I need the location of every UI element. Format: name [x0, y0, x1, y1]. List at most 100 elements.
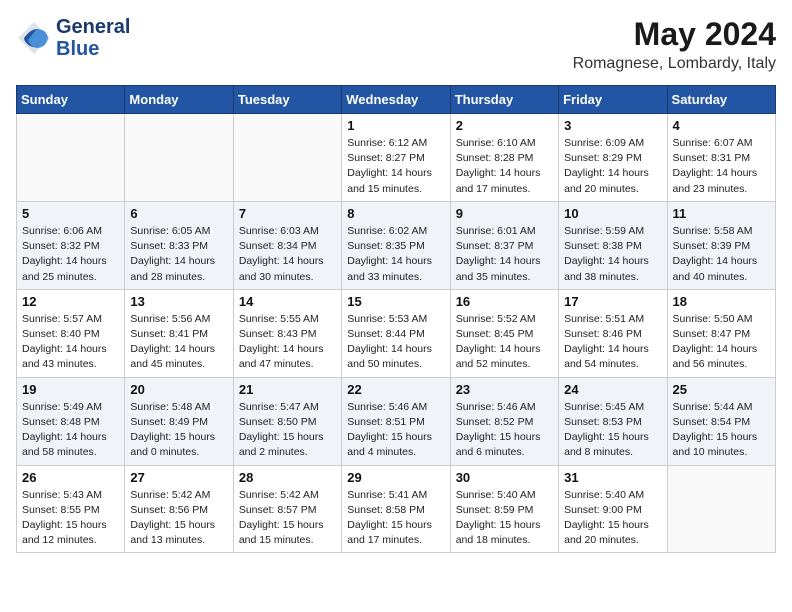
- weekday-header-tuesday: Tuesday: [233, 86, 341, 114]
- day-number: 25: [673, 382, 770, 397]
- weekday-header-sunday: Sunday: [17, 86, 125, 114]
- day-info: Sunrise: 5:59 AM Sunset: 8:38 PM Dayligh…: [564, 224, 661, 285]
- day-number: 30: [456, 470, 553, 485]
- day-info: Sunrise: 6:02 AM Sunset: 8:35 PM Dayligh…: [347, 224, 444, 285]
- logo: General Blue: [16, 16, 130, 60]
- day-cell-25: 25 Sunrise: 5:44 AM Sunset: 8:54 PM Dayli…: [667, 377, 775, 465]
- day-cell-27: 27 Sunrise: 5:42 AM Sunset: 8:56 PM Dayli…: [125, 465, 233, 553]
- day-cell-20: 20 Sunrise: 5:48 AM Sunset: 8:49 PM Dayli…: [125, 377, 233, 465]
- day-number: 13: [130, 294, 227, 309]
- day-info: Sunrise: 5:47 AM Sunset: 8:50 PM Dayligh…: [239, 400, 336, 461]
- day-number: 12: [22, 294, 119, 309]
- day-cell-29: 29 Sunrise: 5:41 AM Sunset: 8:58 PM Dayli…: [342, 465, 450, 553]
- day-number: 29: [347, 470, 444, 485]
- day-number: 20: [130, 382, 227, 397]
- weekday-header-thursday: Thursday: [450, 86, 558, 114]
- day-cell-24: 24 Sunrise: 5:45 AM Sunset: 8:53 PM Dayli…: [559, 377, 667, 465]
- day-number: 17: [564, 294, 661, 309]
- day-cell-30: 30 Sunrise: 5:40 AM Sunset: 8:59 PM Dayli…: [450, 465, 558, 553]
- empty-cell: [17, 114, 125, 202]
- day-number: 6: [130, 206, 227, 221]
- day-number: 27: [130, 470, 227, 485]
- week-row-5: 26 Sunrise: 5:43 AM Sunset: 8:55 PM Dayli…: [17, 465, 776, 553]
- week-row-1: 1 Sunrise: 6:12 AM Sunset: 8:27 PM Daylig…: [17, 114, 776, 202]
- day-cell-16: 16 Sunrise: 5:52 AM Sunset: 8:45 PM Dayli…: [450, 289, 558, 377]
- day-cell-22: 22 Sunrise: 5:46 AM Sunset: 8:51 PM Dayli…: [342, 377, 450, 465]
- day-number: 28: [239, 470, 336, 485]
- day-number: 7: [239, 206, 336, 221]
- day-info: Sunrise: 6:07 AM Sunset: 8:31 PM Dayligh…: [673, 136, 770, 197]
- day-cell-31: 31Sunrise: 5:40 AM Sunset: 9:00 PM Dayli…: [559, 465, 667, 553]
- title-area: May 2024 Romagnese, Lombardy, Italy: [573, 16, 776, 73]
- day-cell-15: 15 Sunrise: 5:53 AM Sunset: 8:44 PM Dayli…: [342, 289, 450, 377]
- day-info: Sunrise: 5:57 AM Sunset: 8:40 PM Dayligh…: [22, 312, 119, 373]
- day-number: 14: [239, 294, 336, 309]
- day-number: 15: [347, 294, 444, 309]
- month-title: May 2024: [573, 16, 776, 53]
- day-cell-18: 18 Sunrise: 5:50 AM Sunset: 8:47 PM Dayli…: [667, 289, 775, 377]
- weekday-header-saturday: Saturday: [667, 86, 775, 114]
- day-info: Sunrise: 6:01 AM Sunset: 8:37 PM Dayligh…: [456, 224, 553, 285]
- day-number: 23: [456, 382, 553, 397]
- day-number: 11: [673, 206, 770, 221]
- day-cell-17: 17 Sunrise: 5:51 AM Sunset: 8:46 PM Dayli…: [559, 289, 667, 377]
- day-cell-6: 6 Sunrise: 6:05 AM Sunset: 8:33 PM Daylig…: [125, 201, 233, 289]
- day-info: Sunrise: 5:53 AM Sunset: 8:44 PM Dayligh…: [347, 312, 444, 373]
- day-info: Sunrise: 5:52 AM Sunset: 8:45 PM Dayligh…: [456, 312, 553, 373]
- day-number: 24: [564, 382, 661, 397]
- day-info: Sunrise: 5:43 AM Sunset: 8:55 PM Dayligh…: [22, 488, 119, 549]
- day-number: 8: [347, 206, 444, 221]
- day-cell-10: 10 Sunrise: 5:59 AM Sunset: 8:38 PM Dayli…: [559, 201, 667, 289]
- day-number: 21: [239, 382, 336, 397]
- day-info: Sunrise: 6:06 AM Sunset: 8:32 PM Dayligh…: [22, 224, 119, 285]
- day-info: Sunrise: 5:42 AM Sunset: 8:57 PM Dayligh…: [239, 488, 336, 549]
- day-number: 4: [673, 118, 770, 133]
- day-info: Sunrise: 6:05 AM Sunset: 8:33 PM Dayligh…: [130, 224, 227, 285]
- day-info: Sunrise: 5:48 AM Sunset: 8:49 PM Dayligh…: [130, 400, 227, 461]
- day-number: 22: [347, 382, 444, 397]
- day-cell-26: 26 Sunrise: 5:43 AM Sunset: 8:55 PM Dayli…: [17, 465, 125, 553]
- day-info: Sunrise: 5:58 AM Sunset: 8:39 PM Dayligh…: [673, 224, 770, 285]
- day-info: Sunrise: 6:12 AM Sunset: 8:27 PM Dayligh…: [347, 136, 444, 197]
- day-info: Sunrise: 5:41 AM Sunset: 8:58 PM Dayligh…: [347, 488, 444, 549]
- day-info: Sunrise: 5:50 AM Sunset: 8:47 PM Dayligh…: [673, 312, 770, 373]
- day-cell-28: 28 Sunrise: 5:42 AM Sunset: 8:57 PM Dayli…: [233, 465, 341, 553]
- day-cell-14: 14 Sunrise: 5:55 AM Sunset: 8:43 PM Dayli…: [233, 289, 341, 377]
- day-info: Sunrise: 5:40 AM Sunset: 8:59 PM Dayligh…: [456, 488, 553, 549]
- empty-cell: [125, 114, 233, 202]
- day-number: 1: [347, 118, 444, 133]
- day-info: Sunrise: 5:45 AM Sunset: 8:53 PM Dayligh…: [564, 400, 661, 461]
- day-info: Sunrise: 5:51 AM Sunset: 8:46 PM Dayligh…: [564, 312, 661, 373]
- day-info: Sunrise: 5:42 AM Sunset: 8:56 PM Dayligh…: [130, 488, 227, 549]
- day-cell-4: 4 Sunrise: 6:07 AM Sunset: 8:31 PM Daylig…: [667, 114, 775, 202]
- day-info: Sunrise: 5:55 AM Sunset: 8:43 PM Dayligh…: [239, 312, 336, 373]
- day-cell-8: 8 Sunrise: 6:02 AM Sunset: 8:35 PM Daylig…: [342, 201, 450, 289]
- day-cell-13: 13Sunrise: 5:56 AM Sunset: 8:41 PM Dayli…: [125, 289, 233, 377]
- day-info: Sunrise: 5:46 AM Sunset: 8:51 PM Dayligh…: [347, 400, 444, 461]
- location-title: Romagnese, Lombardy, Italy: [573, 55, 776, 73]
- day-number: 16: [456, 294, 553, 309]
- day-info: Sunrise: 5:44 AM Sunset: 8:54 PM Dayligh…: [673, 400, 770, 461]
- day-cell-1: 1 Sunrise: 6:12 AM Sunset: 8:27 PM Daylig…: [342, 114, 450, 202]
- day-info: Sunrise: 5:46 AM Sunset: 8:52 PM Dayligh…: [456, 400, 553, 461]
- day-number: 18: [673, 294, 770, 309]
- day-cell-3: 3 Sunrise: 6:09 AM Sunset: 8:29 PM Daylig…: [559, 114, 667, 202]
- day-cell-5: 5Sunrise: 6:06 AM Sunset: 8:32 PM Daylig…: [17, 201, 125, 289]
- day-cell-19: 19Sunrise: 5:49 AM Sunset: 8:48 PM Dayli…: [17, 377, 125, 465]
- logo-blue: Blue: [56, 38, 130, 60]
- day-number: 10: [564, 206, 661, 221]
- day-cell-23: 23 Sunrise: 5:46 AM Sunset: 8:52 PM Dayli…: [450, 377, 558, 465]
- day-cell-12: 12 Sunrise: 5:57 AM Sunset: 8:40 PM Dayli…: [17, 289, 125, 377]
- day-info: Sunrise: 6:10 AM Sunset: 8:28 PM Dayligh…: [456, 136, 553, 197]
- day-cell-9: 9 Sunrise: 6:01 AM Sunset: 8:37 PM Daylig…: [450, 201, 558, 289]
- day-cell-2: 2 Sunrise: 6:10 AM Sunset: 8:28 PM Daylig…: [450, 114, 558, 202]
- week-row-3: 12 Sunrise: 5:57 AM Sunset: 8:40 PM Dayli…: [17, 289, 776, 377]
- day-number: 2: [456, 118, 553, 133]
- day-info: Sunrise: 6:09 AM Sunset: 8:29 PM Dayligh…: [564, 136, 661, 197]
- weekday-header-friday: Friday: [559, 86, 667, 114]
- day-cell-21: 21 Sunrise: 5:47 AM Sunset: 8:50 PM Dayli…: [233, 377, 341, 465]
- day-number: 9: [456, 206, 553, 221]
- day-number: 3: [564, 118, 661, 133]
- day-number: 26: [22, 470, 119, 485]
- day-number: 19: [22, 382, 119, 397]
